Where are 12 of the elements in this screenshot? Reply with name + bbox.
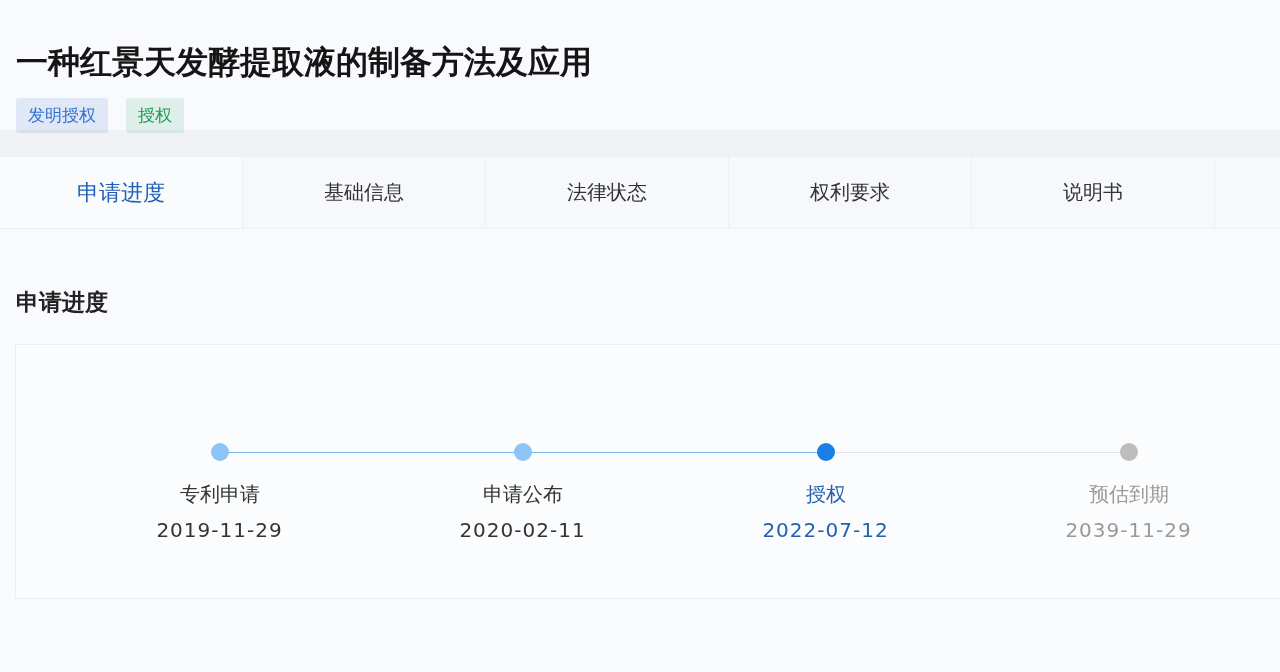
step-label: 预估到期: [1088, 481, 1169, 508]
status-tag: 发明授权: [16, 98, 108, 133]
status-tag: 授权: [126, 98, 184, 133]
patent-title: 一种红景天发酵提取液的制备方法及应用: [16, 42, 593, 83]
step-label: 申请公布: [482, 481, 563, 508]
step-label: 授权: [805, 481, 846, 508]
step-date: 2019-11-29: [156, 518, 283, 542]
step-date: 2022-07-12: [762, 518, 889, 542]
step-date: 2039-11-29: [1065, 518, 1192, 542]
section-title: 申请进度: [16, 288, 109, 317]
step-label: 专利申请: [179, 481, 260, 508]
step-date: 2020-02-11: [459, 518, 586, 542]
